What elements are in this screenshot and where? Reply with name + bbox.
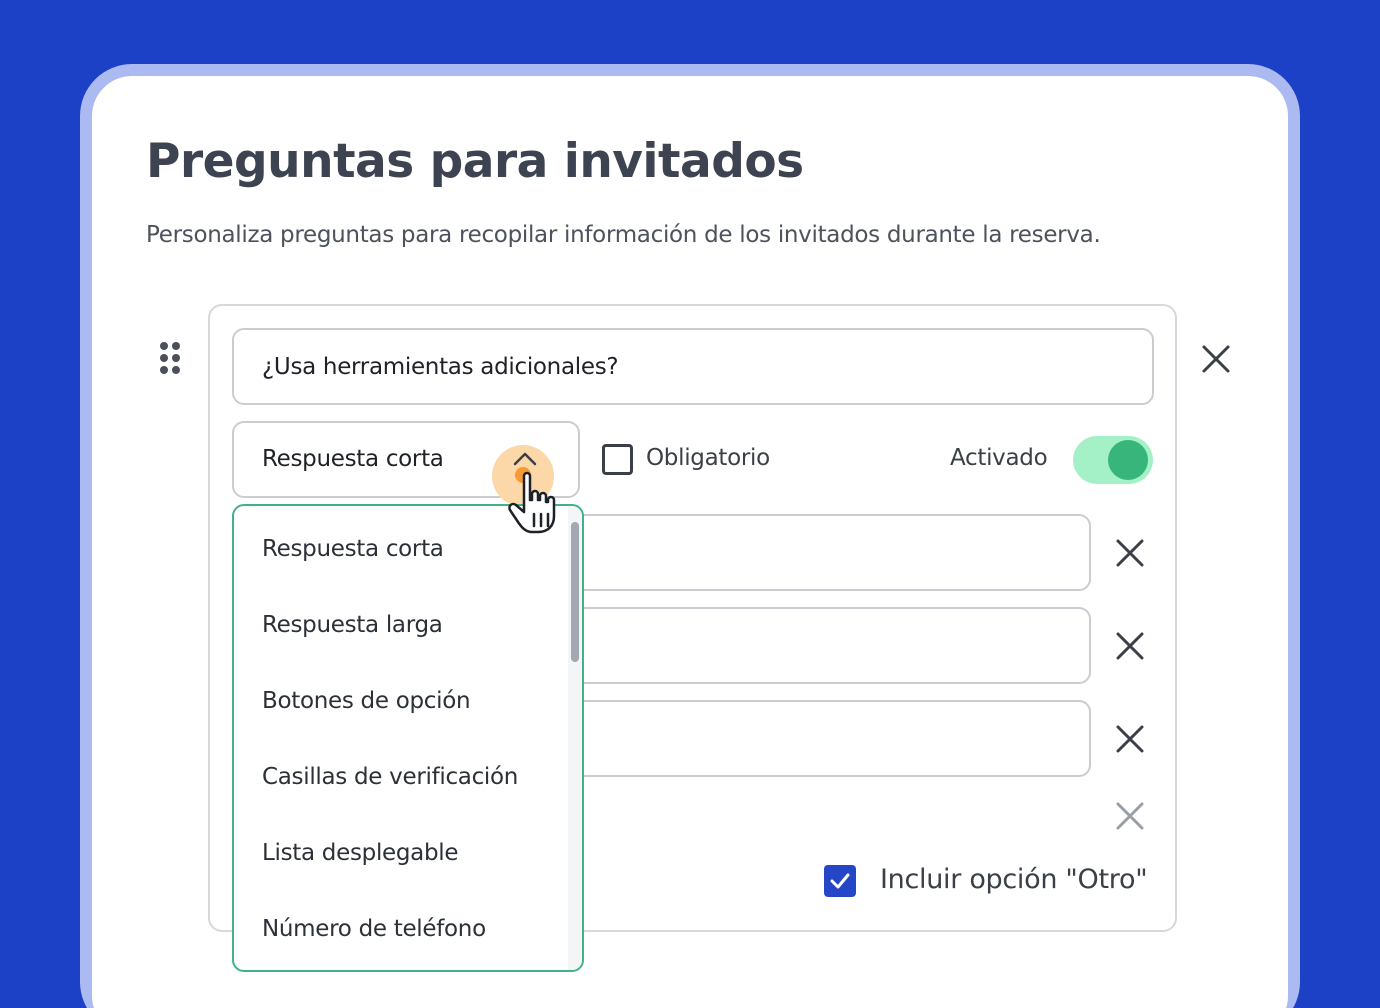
- page-title: Preguntas para invitados: [146, 134, 804, 189]
- include-other-label: Incluir opción "Otro": [880, 864, 1148, 895]
- close-icon[interactable]: [1114, 723, 1146, 755]
- enabled-toggle[interactable]: [1073, 436, 1153, 484]
- option-input-1[interactable]: [560, 514, 1091, 591]
- dropdown-option[interactable]: Casillas de verificación: [262, 764, 518, 790]
- dropdown-scrollbar-thumb[interactable]: [571, 522, 579, 662]
- page-subtitle: Personaliza preguntas para recopilar inf…: [146, 222, 1101, 248]
- toggle-knob: [1108, 440, 1148, 480]
- close-icon[interactable]: [1200, 343, 1232, 375]
- option-input-2[interactable]: [560, 607, 1091, 684]
- include-other-checkbox[interactable]: [824, 865, 856, 897]
- close-icon[interactable]: [1114, 630, 1146, 662]
- dropdown-option[interactable]: Botones de opción: [262, 688, 471, 714]
- checkmark-icon: [830, 873, 850, 889]
- close-icon[interactable]: [1114, 537, 1146, 569]
- close-icon[interactable]: [1114, 800, 1146, 832]
- enabled-label: Activado: [950, 445, 1048, 471]
- question-type-dropdown: Respuesta corta Respuesta larga Botones …: [232, 504, 584, 972]
- required-label: Obligatorio: [646, 445, 770, 471]
- hand-pointer-icon: [508, 471, 556, 534]
- question-text-input[interactable]: [232, 328, 1154, 405]
- option-input-3[interactable]: [560, 700, 1091, 777]
- dropdown-option[interactable]: Respuesta larga: [262, 612, 443, 638]
- dropdown-option[interactable]: Respuesta corta: [262, 536, 444, 562]
- dropdown-option[interactable]: Número de teléfono: [262, 916, 486, 942]
- drag-handle-icon[interactable]: [158, 342, 182, 376]
- app-frame: Preguntas para invitados Personaliza pre…: [0, 0, 1380, 1008]
- dropdown-option[interactable]: Lista desplegable: [262, 840, 459, 866]
- required-checkbox[interactable]: [602, 444, 633, 475]
- question-type-value: Respuesta corta: [262, 446, 444, 472]
- chevron-up-icon[interactable]: [512, 450, 538, 468]
